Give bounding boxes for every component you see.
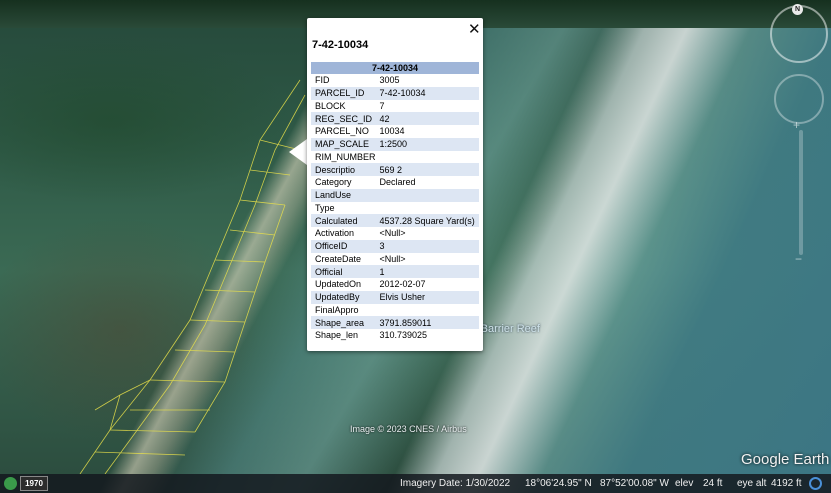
attribute-value	[375, 188, 479, 202]
streaming-status-icon	[809, 477, 822, 490]
attribute-value: 1:2500	[375, 137, 479, 151]
table-row: Shape_area 3791.859011	[311, 316, 479, 329]
attribute-value: 1	[375, 265, 479, 278]
attribute-key: PARCEL_ID	[311, 86, 376, 100]
table-row: Type	[311, 202, 479, 215]
north-indicator[interactable]: N	[792, 4, 803, 15]
table-row: Calculated 4537.28 Square Yard(s)	[311, 214, 479, 227]
status-bar: 1970 Imagery Date: 1/30/2022 18°06'24.95…	[0, 474, 831, 493]
attribute-table: 7-42-10034 FID 3005 PARCEL_ID 7-42-10034 BLO…	[311, 62, 479, 342]
attribute-key: UpdatedBy	[311, 290, 376, 304]
year-badge[interactable]: 1970	[20, 476, 48, 491]
google-earth-logo: Google Earth	[741, 451, 830, 468]
table-row: UpdatedBy Elvis Usher	[311, 290, 479, 304]
attribute-key: Calculated	[311, 214, 376, 227]
table-row: PARCEL_NO 10034	[311, 125, 479, 138]
eye-alt-value: 4192 ft	[771, 478, 802, 489]
attribute-value: 7-42-10034	[375, 86, 479, 100]
attribute-key: MAP_SCALE	[311, 137, 376, 151]
attribute-key: UpdatedOn	[315, 279, 362, 290]
table-row: CreateDate <Null>	[311, 253, 479, 266]
attribute-key: Shape_area	[311, 316, 376, 329]
attribute-key: REG_SEC_ID	[311, 112, 376, 125]
table-row: UpdatedOn 2012-02-07	[311, 278, 479, 291]
attribute-value: 3005	[379, 75, 400, 86]
attribute-value: 10034	[379, 126, 405, 137]
attribute-key: LandUse	[311, 188, 376, 202]
attribute-key: Category	[315, 177, 352, 188]
attribute-key: Official	[311, 265, 376, 278]
attribute-key: Type	[315, 202, 335, 213]
table-row: FID 3005	[311, 74, 479, 87]
attribute-key: Activation	[315, 228, 355, 239]
attribute-value: 4537.28 Square Yard(s)	[375, 214, 479, 227]
attribute-value: 7	[379, 100, 385, 111]
table-row: RIM_NUMBER	[311, 151, 479, 164]
table-row: Descriptio 569 2	[311, 163, 479, 176]
table-row: Category Declared	[311, 176, 479, 189]
attribute-key: Descriptio	[311, 163, 376, 176]
table-row: Activation <Null>	[311, 227, 479, 240]
attribute-value	[376, 151, 479, 164]
attribute-key: FID	[315, 75, 330, 86]
attribute-key: OfficeID	[311, 239, 376, 253]
latitude-readout: 18°06'24.95" N	[525, 478, 592, 489]
attribute-key: FinalAppro	[315, 304, 359, 315]
attribute-value: <Null>	[379, 228, 406, 239]
elevation-value: 24 ft	[703, 478, 723, 489]
table-row: REG_SEC_ID 42	[311, 112, 479, 125]
zoom-slider[interactable]	[799, 130, 803, 255]
longitude-readout: 87°52'00.08" W	[600, 478, 669, 489]
popup-pointer	[289, 139, 307, 165]
table-row: LandUse	[311, 188, 479, 202]
attribute-value: 3	[375, 239, 479, 253]
attribute-value	[376, 202, 479, 215]
attribute-key: CreateDate	[315, 253, 362, 264]
close-icon[interactable]: ✕	[468, 20, 481, 38]
imagery-copyright: Image © 2023 CNES / Airbus	[350, 424, 467, 434]
table-row: BLOCK 7	[311, 100, 479, 113]
attribute-value	[376, 304, 479, 317]
table-row: Official 1	[311, 265, 479, 278]
imagery-date: Imagery Date: 1/30/2022	[400, 478, 511, 489]
table-row: PARCEL_ID 7-42-10034	[311, 86, 479, 100]
attribute-value: <Null>	[379, 253, 406, 264]
attribute-key: BLOCK	[315, 100, 346, 111]
table-row: OfficeID 3	[311, 239, 479, 253]
historical-imagery-icon[interactable]	[4, 477, 17, 490]
parcel-info-popup: ✕ 7-42-10034 7-42-10034 FID 3005 PARCEL_ID…	[307, 18, 483, 351]
elevation-label: elev	[675, 478, 694, 489]
attribute-value: 3791.859011	[375, 316, 479, 329]
attribute-value: Declared	[379, 177, 416, 188]
attribute-key: PARCEL_NO	[315, 126, 369, 137]
attribute-value: Elvis Usher	[375, 290, 479, 304]
table-row: Shape_len 310.739025	[311, 329, 479, 342]
popup-title: 7-42-10034	[312, 39, 369, 51]
eye-alt-label: eye alt	[737, 478, 767, 489]
look-joystick[interactable]	[774, 74, 824, 124]
attribute-key: Shape_len	[315, 330, 359, 341]
attribute-key: RIM_NUMBER	[315, 151, 376, 162]
attribute-value: 569 2	[375, 163, 479, 176]
attribute-value: 2012-02-07	[379, 279, 426, 290]
table-row: FinalAppro	[311, 304, 479, 317]
zoom-out-icon[interactable]: −	[795, 252, 802, 266]
attribute-value: 310.739025	[379, 330, 428, 341]
table-row: MAP_SCALE 1:2500	[311, 137, 479, 151]
table-header: 7-42-10034	[311, 62, 479, 74]
attribute-value: 42	[375, 112, 479, 125]
